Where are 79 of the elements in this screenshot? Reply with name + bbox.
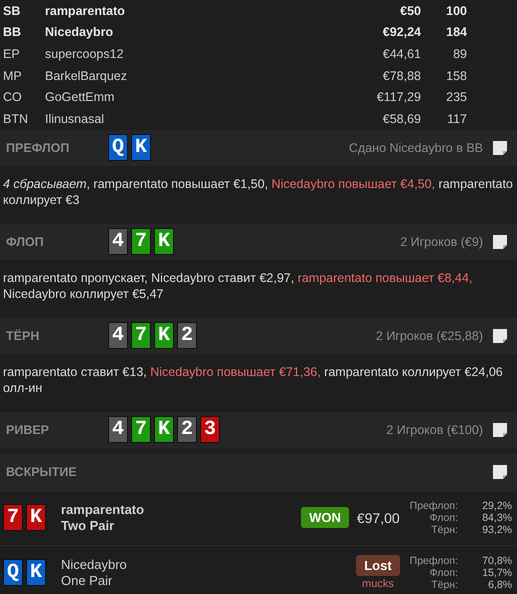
player-name: BarkelBarquez <box>45 68 128 83</box>
big-blinds-count: 89 <box>452 46 467 61</box>
street-title: ТЁРН <box>6 328 40 343</box>
street-info: Сдано Nicedaybro в BB <box>348 140 483 155</box>
position-label: EP <box>3 46 21 61</box>
big-blinds-count: 235 <box>445 90 467 104</box>
equity-label: Префлоп: <box>410 500 458 512</box>
equity-label: Флоп: <box>428 512 458 524</box>
position-label: BTN <box>3 112 29 126</box>
big-blinds-count: 117 <box>446 112 467 126</box>
equity-value: 29,2% <box>481 500 512 512</box>
playing-card: Q <box>3 559 23 586</box>
playing-card: K <box>131 134 151 162</box>
playing-card: 4 <box>108 322 128 350</box>
big-blinds-count: 158 <box>445 68 467 83</box>
equity-value: 15,7% <box>481 566 512 579</box>
hand-rank: Two Pair <box>61 518 116 534</box>
position-label: BB <box>3 25 22 40</box>
street-title: ФЛОП <box>6 234 45 249</box>
player-name: Nicedaybro <box>45 25 114 40</box>
playing-card: K <box>154 228 174 256</box>
playing-card: Q <box>108 134 128 162</box>
note-icon[interactable] <box>493 422 507 437</box>
position-label: SB <box>3 4 22 18</box>
playing-card: K <box>154 322 174 350</box>
street-info: 2 Игроков (€9) <box>400 234 483 249</box>
equity-label: Тёрн: <box>430 524 458 536</box>
street-info: 2 Игроков (€100) <box>386 422 483 437</box>
player-name: GoGettEmm <box>45 90 116 104</box>
note-icon[interactable] <box>493 464 507 479</box>
player-name: ramparentato <box>45 4 126 18</box>
playing-card: 7 <box>3 504 23 532</box>
equity-value: 70,8% <box>481 554 512 567</box>
stack-amount: €78,88 <box>382 68 421 83</box>
playing-card: 7 <box>131 416 151 444</box>
hand-rank: One Pair <box>61 572 114 589</box>
playing-card: 2 <box>177 416 197 444</box>
playing-card: 2 <box>177 322 197 350</box>
playing-card: 7 <box>131 322 151 350</box>
action-text: 4 сбрасывает, ramparentato повышает €1,50, Nicedaybro повышает €4,50, ramparentato коллирует €3 <box>2 176 514 209</box>
muck-note: mucks <box>362 578 394 590</box>
result-badge: WON <box>301 507 349 528</box>
playing-card: 4 <box>108 228 128 256</box>
stack-amount: €92,24 <box>382 25 421 40</box>
player-name: Ilinusnasal <box>45 112 106 126</box>
street-info: 2 Игроков (€25,88) <box>376 328 483 343</box>
equity-label: Префлоп: <box>410 554 458 567</box>
big-blinds-count: 184 <box>445 25 467 40</box>
position-label: MP <box>3 68 23 83</box>
stack-amount: €44,61 <box>382 46 421 61</box>
stack-amount: €58,69 <box>382 112 421 126</box>
stack-amount: €117,29 <box>376 90 421 104</box>
playing-card: K <box>26 559 46 586</box>
action-text: ramparentato пропускает, Nicedaybro ставит €2,97, ramparentato повышает €8,44, Nicedaybro коллирует €5,47 <box>2 270 474 303</box>
result-badge: Lost <box>356 555 400 576</box>
equity-label: Флоп: <box>428 566 458 579</box>
equity-value: 6,8% <box>487 578 512 591</box>
playing-card: K <box>154 416 174 444</box>
player-name: Nicedaybro <box>61 556 127 573</box>
note-icon[interactable] <box>493 140 507 155</box>
note-icon[interactable] <box>493 328 507 343</box>
street-title: ВСКРЫТИЕ <box>6 464 78 479</box>
won-amount: €97,00 <box>356 510 400 526</box>
big-blinds-count: 100 <box>445 4 467 18</box>
equity-value: 93,2% <box>481 524 512 536</box>
equity-value: 84,3% <box>481 512 512 524</box>
player-name: supercoops12 <box>45 46 125 61</box>
position-label: CO <box>3 90 23 104</box>
player-name: ramparentato <box>61 502 144 518</box>
note-icon[interactable] <box>493 234 507 249</box>
playing-card: K <box>26 504 46 532</box>
street-title: ПРЕФЛОП <box>6 140 70 155</box>
street-title: РИВЕР <box>6 422 50 437</box>
equity-label: Тёрн: <box>430 578 458 591</box>
action-text: ramparentato ставит €13, Nicedaybro повышает €71,36, ramparentato коллирует €24,06 олл-ин <box>2 364 504 397</box>
playing-card: 7 <box>131 228 151 256</box>
playing-card: 3 <box>200 416 220 444</box>
stack-amount: €50 <box>399 4 421 18</box>
playing-card: 4 <box>108 416 128 444</box>
